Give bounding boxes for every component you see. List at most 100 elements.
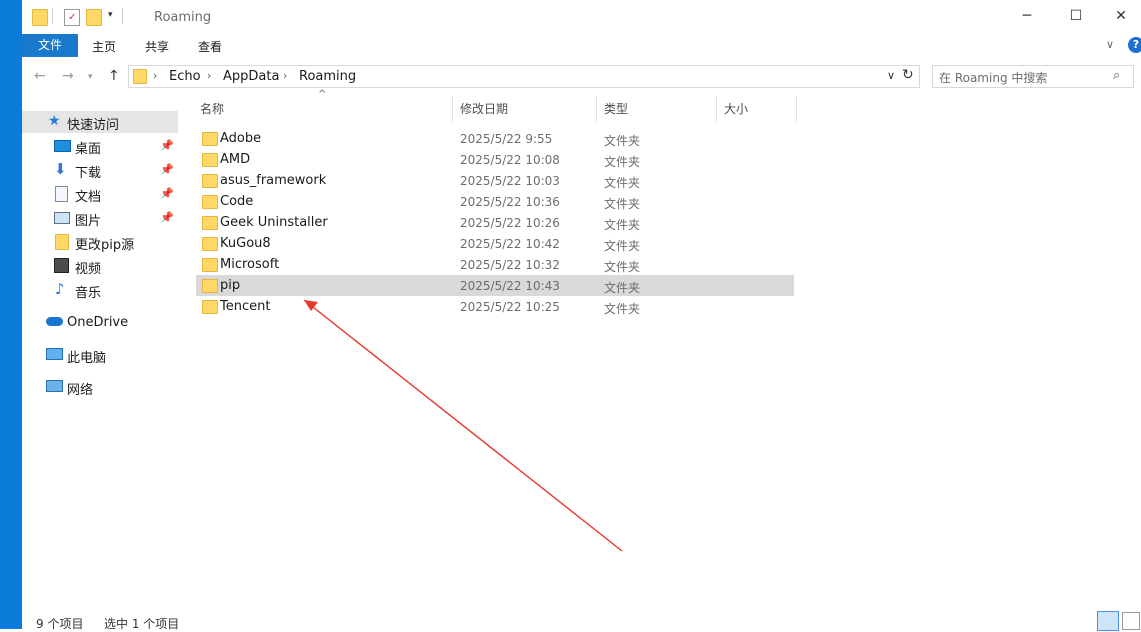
selected-count: 选中 1 个项目: [104, 617, 180, 631]
close-button[interactable]: ✕: [1106, 8, 1136, 26]
folder-icon: [55, 234, 69, 250]
nav-desktop[interactable]: 桌面 📌: [22, 135, 178, 157]
properties-icon[interactable]: ✓: [64, 9, 80, 26]
large-icons-view-button[interactable]: [1122, 612, 1140, 630]
nav-label: 图片: [75, 214, 102, 229]
pin-icon: 📌: [160, 139, 174, 152]
nav-this-pc[interactable]: 此电脑: [22, 344, 178, 366]
minimize-button[interactable]: ─: [1012, 8, 1042, 26]
breadcrumb-roaming[interactable]: Roaming: [299, 69, 356, 84]
file-row[interactable]: Tencent 2025/5/22 10:25 文件夹: [196, 296, 794, 317]
ribbon: 文件 主页 共享 查看 ∨ ?: [22, 34, 1141, 58]
divider: [122, 8, 123, 24]
file-row[interactable]: asus_framework 2025/5/22 10:03 文件夹: [196, 170, 794, 191]
tab-home[interactable]: 主页: [92, 38, 116, 55]
column-divider[interactable]: [716, 96, 717, 122]
file-row[interactable]: AMD 2025/5/22 10:08 文件夹: [196, 149, 794, 170]
folder-icon: [202, 132, 218, 146]
nav-downloads[interactable]: ⬇ 下载 📌: [22, 159, 178, 181]
nav-label: 音乐: [75, 286, 102, 301]
breadcrumb-separator: ›: [153, 69, 158, 82]
column-date-modified[interactable]: 修改日期: [460, 100, 508, 117]
breadcrumb-echo[interactable]: Echo: [169, 69, 201, 84]
divider: [52, 8, 53, 24]
back-icon[interactable]: ←: [34, 68, 46, 84]
file-row[interactable]: KuGou8 2025/5/22 10:42 文件夹: [196, 233, 794, 254]
expand-ribbon-icon[interactable]: ∨: [1106, 38, 1114, 51]
recent-locations-icon[interactable]: ▾: [88, 72, 93, 82]
nav-onedrive[interactable]: OneDrive: [22, 312, 178, 334]
file-row[interactable]: Adobe 2025/5/22 9:55 文件夹: [196, 128, 794, 149]
music-icon: ♪: [55, 280, 65, 298]
file-row[interactable]: Geek Uninstaller 2025/5/22 10:26 文件夹: [196, 212, 794, 233]
file-type: 文件夹: [604, 302, 641, 316]
file-type: 文件夹: [604, 134, 641, 148]
file-row[interactable]: Code 2025/5/22 10:36 文件夹: [196, 191, 794, 212]
tab-view[interactable]: 查看: [198, 38, 222, 55]
nav-network[interactable]: 网络: [22, 376, 178, 398]
new-folder-icon[interactable]: [86, 9, 102, 26]
folder-icon: [133, 69, 147, 84]
search-input[interactable]: 在 Roaming 中搜索 ⌕: [932, 65, 1134, 88]
nav-label: 更改pip源: [75, 238, 135, 253]
pictures-icon: [54, 212, 70, 224]
file-date: 2025/5/22 10:43: [460, 279, 560, 293]
column-divider[interactable]: [452, 96, 453, 122]
tab-share[interactable]: 共享: [145, 38, 169, 55]
file-name: Microsoft: [220, 257, 280, 272]
pin-icon: 📌: [160, 187, 174, 200]
nav-label: 文档: [75, 190, 102, 205]
column-size[interactable]: 大小: [724, 100, 748, 117]
file-date: 2025/5/22 9:55: [460, 132, 553, 146]
address-bar[interactable]: › Echo › AppData › Roaming ∨: [128, 65, 920, 88]
address-dropdown-icon[interactable]: ∨: [887, 69, 895, 82]
folder-icon: [202, 195, 218, 209]
customize-quick-access-icon[interactable]: ▾: [108, 10, 113, 20]
nav-videos[interactable]: 视频: [22, 255, 178, 277]
navigation-pane: ★ 快速访问 桌面 📌 ⬇ 下载 📌 文档 📌 图片 📌 更改pip源 视频 ♪…: [22, 92, 182, 602]
column-divider[interactable]: [596, 96, 597, 122]
computer-icon: [46, 348, 63, 360]
file-date: 2025/5/22 10:03: [460, 174, 560, 188]
tab-file[interactable]: 文件: [22, 34, 78, 57]
folder-icon: [202, 258, 218, 272]
file-name: pip: [220, 278, 241, 293]
folder-icon: [202, 279, 218, 293]
nav-music[interactable]: ♪ 音乐: [22, 279, 178, 301]
folder-icon: [32, 9, 48, 26]
refresh-icon[interactable]: ↻: [902, 67, 914, 83]
nav-pictures[interactable]: 图片 📌: [22, 207, 178, 229]
file-list: ^ 名称 修改日期 类型 大小 Adobe 2025/5/22 9:55 文件夹…: [182, 89, 1141, 602]
column-type[interactable]: 类型: [604, 100, 628, 117]
file-date: 2025/5/22 10:32: [460, 258, 560, 272]
nav-change-pip-source[interactable]: 更改pip源: [22, 231, 178, 253]
help-button[interactable]: ?: [1128, 37, 1141, 53]
address-row: ← → ▾ ↑ › Echo › AppData › Roaming ∨ ↻ 在…: [22, 60, 1141, 92]
folder-icon: [202, 216, 218, 230]
star-icon: ★: [48, 113, 61, 129]
up-icon[interactable]: ↑: [108, 68, 120, 84]
search-icon[interactable]: ⌕: [1113, 68, 1120, 83]
breadcrumb-appdata[interactable]: AppData: [223, 69, 279, 84]
folder-icon: [202, 237, 218, 251]
maximize-button[interactable]: ☐: [1061, 8, 1091, 26]
file-date: 2025/5/22 10:42: [460, 237, 560, 251]
details-view-button[interactable]: [1097, 611, 1119, 631]
file-row[interactable]: Microsoft 2025/5/22 10:32 文件夹: [196, 254, 794, 275]
file-row-selected[interactable]: pip 2025/5/22 10:43 文件夹: [196, 275, 794, 296]
nav-quick-access[interactable]: ★ 快速访问: [22, 111, 178, 133]
desktop-background: [0, 0, 22, 629]
column-name[interactable]: 名称: [200, 100, 224, 117]
nav-label: 此电脑: [67, 351, 107, 366]
column-divider[interactable]: [796, 96, 797, 122]
file-date: 2025/5/22 10:36: [460, 195, 560, 209]
folder-icon: [202, 300, 218, 314]
nav-documents[interactable]: 文档 📌: [22, 183, 178, 205]
file-name: Code: [220, 194, 254, 209]
breadcrumb-separator: ›: [283, 69, 288, 82]
file-type: 文件夹: [604, 239, 641, 253]
document-icon: [55, 186, 68, 202]
forward-icon[interactable]: →: [62, 68, 74, 84]
file-name: AMD: [220, 152, 251, 167]
folder-icon: [202, 153, 218, 167]
